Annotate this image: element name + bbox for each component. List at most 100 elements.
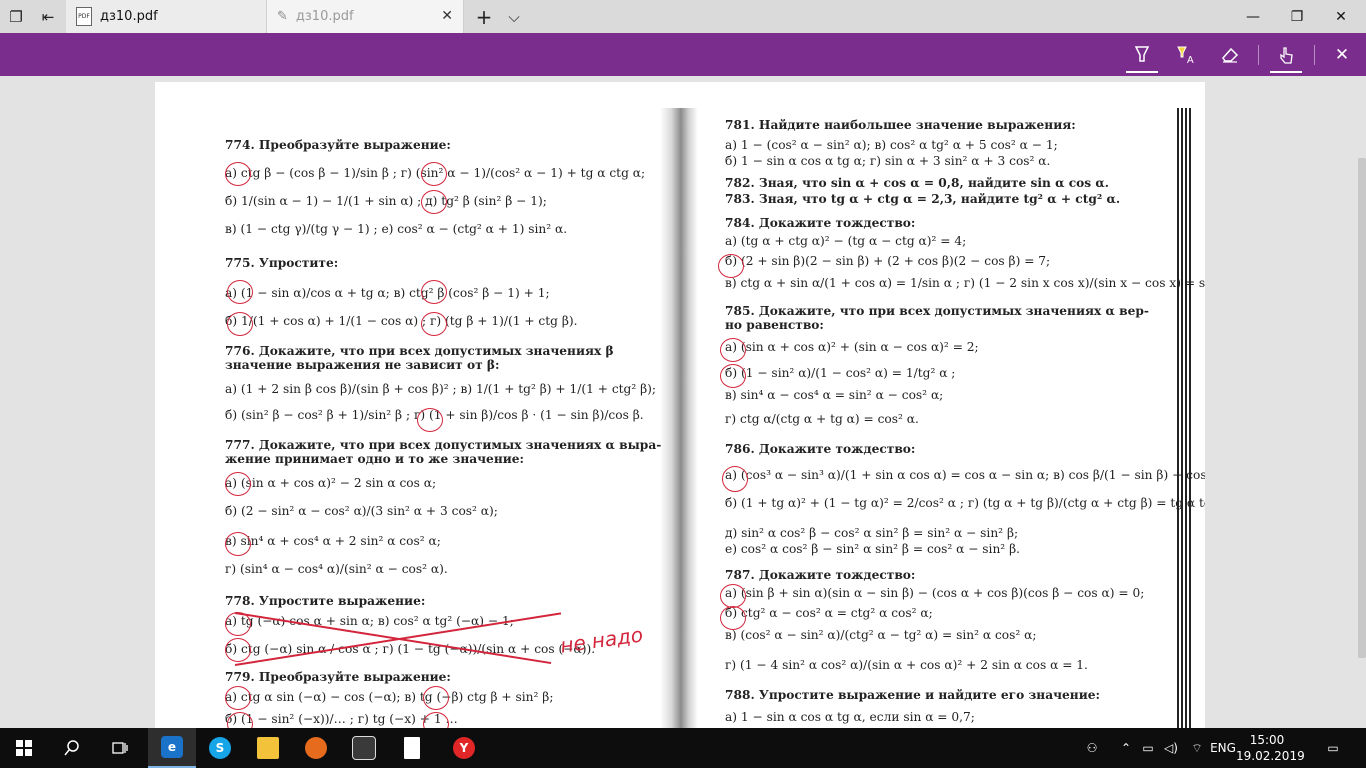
ink-circle (225, 686, 251, 710)
right-column: 781. Найдите наибольшее значение выражен… (725, 82, 1205, 728)
exercise-item: г) ctg α/(ctg α + tg α) = cos² α. (725, 412, 919, 426)
exercise-heading: 785. Докажите, что при всех допустимых з… (725, 304, 1149, 318)
highlighter-text-icon[interactable]: A (1164, 33, 1208, 76)
yandex-browser-icon[interactable]: Y (440, 728, 488, 768)
exercise-item: б) (1 − sin² α)/(1 − cos² α) = 1/tg² α ; (725, 366, 956, 380)
exercise-item: а) (tg α + ctg α)² − (tg α − ctg α)² = 4… (725, 234, 967, 248)
tab-label: дз10.pdf (295, 9, 354, 24)
close-icon[interactable]: ✕ (1320, 33, 1364, 76)
chevron-up-icon[interactable]: ⌃ (1116, 728, 1136, 768)
exercise-heading: 775. Упростите: (225, 256, 339, 270)
tab-label: дз10.pdf (100, 9, 158, 24)
page-edge (1177, 108, 1191, 728)
exercise-item: а) ctg α sin (−α) − cos (−α); в) tg (−β)… (225, 690, 554, 704)
page-gutter (660, 108, 698, 728)
new-tab-button[interactable]: + (470, 0, 498, 33)
store-icon[interactable] (340, 728, 388, 768)
eraser-icon[interactable] (1208, 33, 1252, 76)
back-tab-icon[interactable]: ⇤ (34, 0, 62, 33)
exercise-heading: 788. Упростите выражение и найдите его з… (725, 688, 1100, 702)
exercise-heading: жение принимает одно и то же значение: (225, 452, 525, 466)
vertical-scrollbar[interactable] (1358, 158, 1366, 658)
exercise-item: б) (1 + tg α)² + (1 − tg α)² = 2/cos² α … (725, 496, 1205, 510)
exercise-item: а) (sin α + cos α)² − 2 sin α cos α; (225, 476, 437, 490)
ink-circle (225, 162, 251, 186)
document-icon[interactable] (388, 728, 436, 768)
skype-icon[interactable]: S (196, 728, 244, 768)
exercise-item: б) (2 + sin β)(2 − sin β) + (2 + cos β)(… (725, 254, 1051, 268)
tab-list-chevron-icon[interactable]: ⌵ (500, 0, 528, 33)
exercise-heading: 778. Упростите выражение: (225, 594, 426, 608)
file-explorer-icon[interactable] (244, 728, 292, 768)
language-indicator[interactable]: ENG (1210, 728, 1236, 768)
windows-start-icon[interactable] (0, 728, 48, 768)
exercise-item: г) (sin⁴ α − cos⁴ α)/(sin² α − cos² α). (225, 562, 448, 576)
ink-circle (421, 190, 447, 214)
tab-close-icon[interactable]: ✕ (441, 8, 453, 24)
exercise-heading: 782. Зная, что sin α + cos α = 0,8, найд… (725, 176, 1110, 190)
ink-circle (227, 312, 253, 336)
exercise-item: а) 1 − sin α cos α tg α, если sin α = 0,… (725, 710, 975, 724)
tabs-aside-icon[interactable]: ❐ (2, 0, 30, 33)
ink-circle (421, 162, 447, 186)
exercise-heading: но равенство: (725, 318, 824, 332)
taskbar: e S Y ⚇ ⌃ ▭ ◁) ⌔ ENG 15:00 19.02.2019 ▭ (0, 728, 1366, 768)
ink-circle (720, 364, 746, 388)
exercise-item: в) (1 − ctg γ)/(tg γ − 1) ; е) cos² α − … (225, 222, 568, 236)
maximize-button[interactable]: ❐ (1274, 0, 1320, 33)
pen-tab-icon: ✎ (277, 9, 288, 24)
exercise-item: д) sin² α cos² β − cos² α sin² β = sin² … (725, 526, 1019, 540)
pdf-file-icon: PDF (76, 7, 92, 26)
exercise-item: б) ctg (−α) sin α / cos α ; г) (1 − tg (… (225, 642, 596, 656)
ink-circle (225, 638, 251, 662)
ink-circle (718, 254, 744, 278)
exercise-item: е) cos² α cos² β − sin² α sin² β = cos² … (725, 542, 1020, 556)
exercise-item: а) (sin β + sin α)(sin α − sin β) − (cos… (725, 586, 1145, 600)
network-icon[interactable]: ⌔ (1186, 728, 1208, 768)
exercise-heading: 776. Докажите, что при всех допустимых з… (225, 344, 614, 358)
firefox-icon[interactable] (292, 728, 340, 768)
exercise-item: б) 1/(sin α − 1) − 1/(1 + sin α) ; д) tg… (225, 194, 547, 208)
clock-time: 15:00 (1249, 733, 1285, 747)
search-icon[interactable] (48, 728, 96, 768)
exercise-heading: 783. Зная, что tg α + ctg α = 2,3, найди… (725, 192, 1121, 206)
tab-dz10-pdf-2[interactable]: ✎ дз10.pdf ✕ (266, 0, 464, 33)
touch-write-icon[interactable] (1264, 33, 1308, 76)
task-view-icon[interactable] (96, 728, 144, 768)
toolbar-separator (1258, 45, 1259, 65)
ink-circle (722, 466, 748, 492)
ink-circle (423, 686, 449, 710)
ink-circle (720, 584, 746, 608)
edge-icon[interactable]: e (148, 728, 196, 768)
pdf-viewer: 774. Преобразуйте выражение: а) ctg β − (… (0, 76, 1366, 728)
exercise-item: а) (1 + 2 sin β cos β)/(sin β + cos β)² … (225, 382, 657, 396)
exercise-item: а) (1 − sin α)/cos α + tg α; в) ctg² β (… (225, 286, 550, 300)
ink-circle (421, 312, 447, 336)
exercise-heading: 777. Докажите, что при всех допустимых з… (225, 438, 662, 452)
clock[interactable]: 15:00 19.02.2019 (1236, 732, 1305, 764)
battery-icon[interactable]: ▭ (1138, 728, 1158, 768)
ink-circle (227, 280, 253, 304)
action-center-icon[interactable]: ▭ (1318, 728, 1348, 768)
highlighter-pen-icon[interactable] (1120, 33, 1164, 76)
people-icon[interactable]: ⚇ (1080, 728, 1104, 768)
ink-circle (421, 280, 447, 304)
exercise-heading: 774. Преобразуйте выражение: (225, 138, 451, 152)
exercise-item: в) sin⁴ α + cos⁴ α + 2 sin² α cos² α; (225, 534, 441, 548)
exercise-heading: 781. Найдите наибольшее значение выражен… (725, 118, 1076, 132)
ink-circle (720, 606, 746, 630)
minimize-button[interactable]: — (1230, 0, 1276, 33)
ink-toolbar: A ✕ (0, 33, 1366, 76)
exercise-item: а) (sin α + cos α)² + (sin α − cos α)² =… (725, 340, 979, 354)
ink-circle (720, 338, 746, 362)
ink-circle (417, 408, 443, 432)
volume-icon[interactable]: ◁) (1160, 728, 1182, 768)
toolbar-separator (1314, 45, 1315, 65)
tab-dz10-pdf-1[interactable]: PDF дз10.pdf (66, 0, 266, 33)
title-bar: ❐ ⇤ PDF дз10.pdf ✎ дз10.pdf ✕ + ⌵ — ❐ ✕ (0, 0, 1366, 33)
ink-circle (225, 532, 251, 556)
exercise-heading: 784. Докажите тождество: (725, 216, 916, 230)
exercise-item: в) ctg α + sin α/(1 + cos α) = 1/sin α ;… (725, 276, 1205, 290)
close-window-button[interactable]: ✕ (1318, 0, 1364, 33)
exercise-item: а) 1 − (cos² α − sin² α); в) cos² α tg² … (725, 138, 1058, 152)
